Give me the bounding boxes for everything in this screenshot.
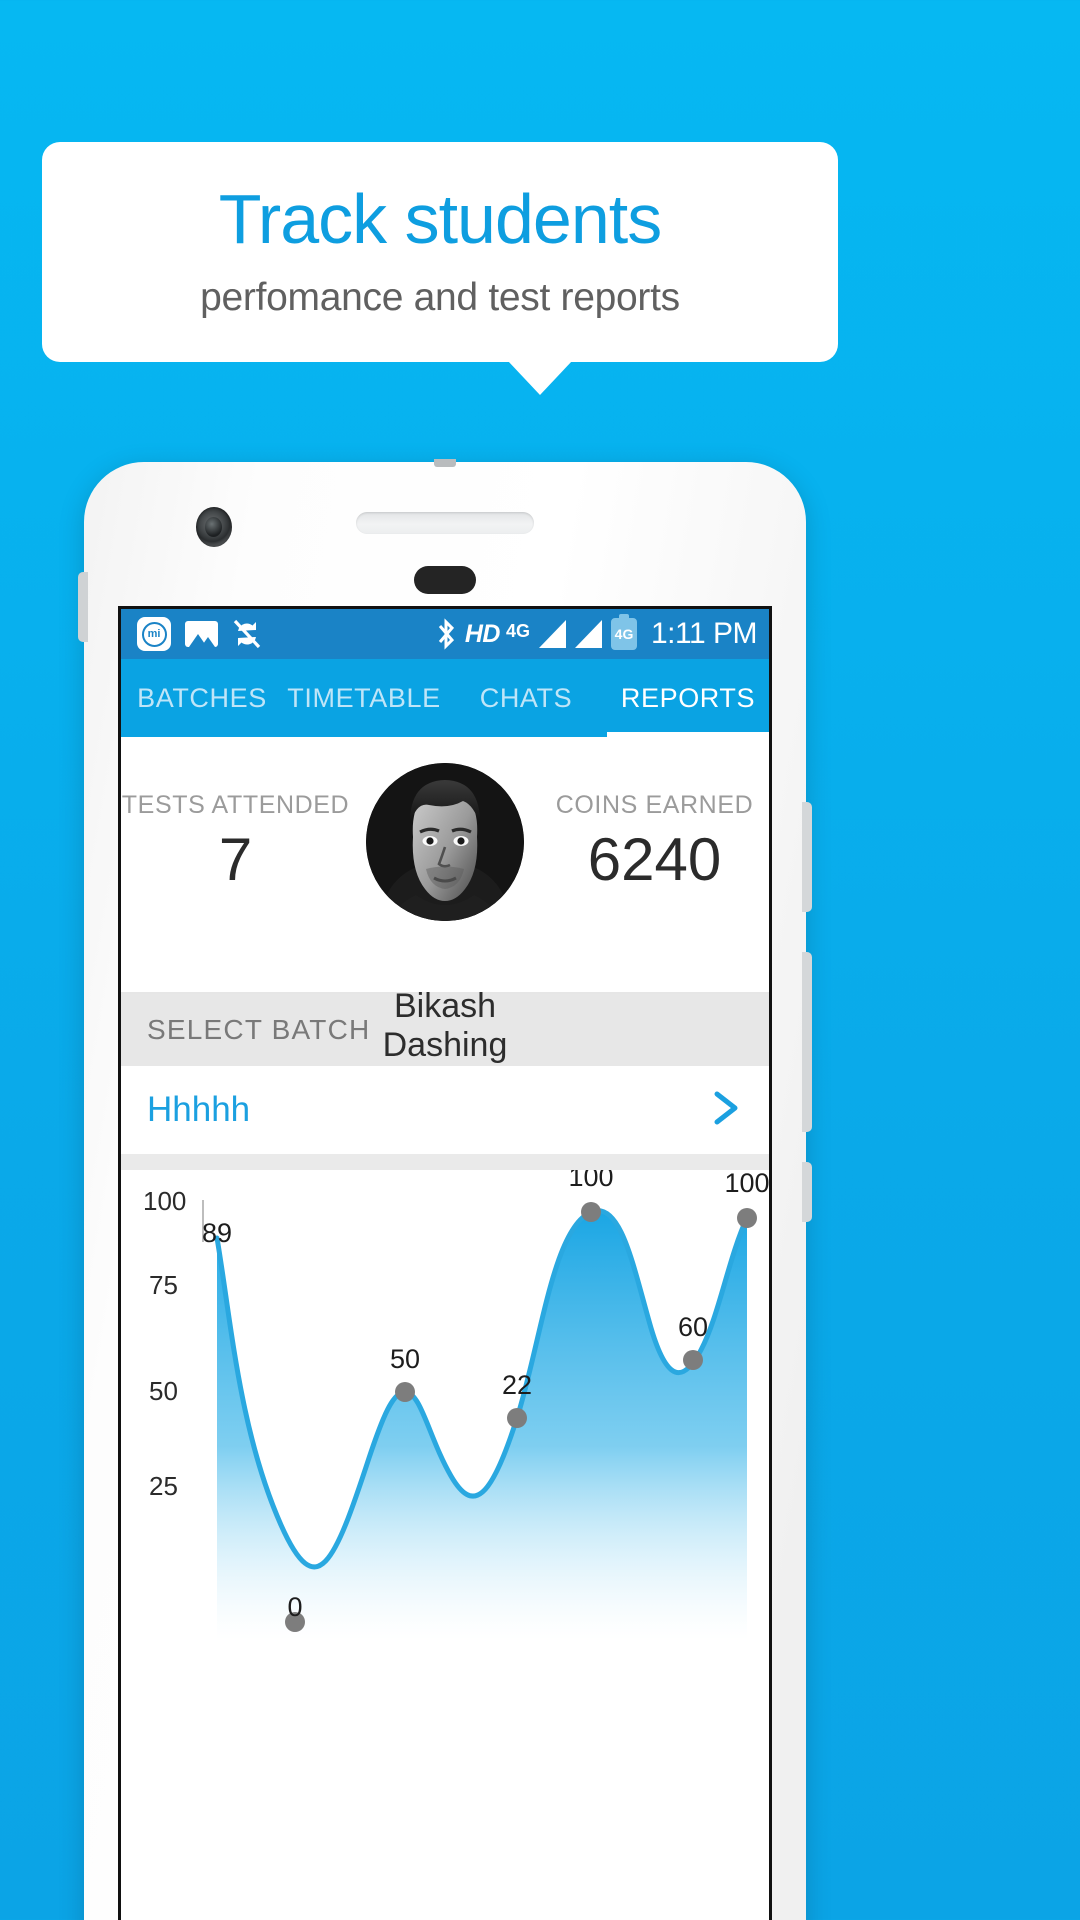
earpiece-speaker xyxy=(356,512,534,534)
tab-reports[interactable]: REPORTS xyxy=(607,659,769,737)
chart-point-3 xyxy=(395,1382,415,1402)
phone-power-button xyxy=(802,952,812,1132)
chart-point-4 xyxy=(507,1408,527,1428)
phone-left-button xyxy=(78,572,88,642)
chart-area-fill xyxy=(217,1210,747,1640)
network-type-label: 4G xyxy=(505,621,530,641)
status-bar: mi HD 4G 4G 1:11 PM xyxy=(121,609,769,659)
batch-selector-row[interactable]: Hhhhh xyxy=(121,1066,769,1154)
chart-y-axis: 100 75 50 25 xyxy=(143,1186,186,1501)
status-bar-right-icons: HD 4G 4G 1:11 PM xyxy=(436,617,758,651)
proximity-sensor xyxy=(414,566,476,594)
page-subtitle: perfomance and test reports xyxy=(200,276,680,319)
phone-volume-button xyxy=(802,802,812,912)
signal-bars-icon-2 xyxy=(575,620,602,648)
mi-account-icon: mi xyxy=(137,617,171,651)
avatar xyxy=(366,763,524,921)
coins-earned-label: COINS EARNED xyxy=(555,791,754,819)
chart-label-22: 22 xyxy=(502,1370,532,1400)
profile-summary: TESTS ATTENDED 7 Bikash Dashing COINS EA… xyxy=(121,737,769,1064)
phone-screen: mi HD 4G 4G 1:11 PM BATCHES TIMETABLE CH… xyxy=(118,606,772,1920)
tab-bar: BATCHES TIMETABLE CHATS REPORTS xyxy=(121,659,769,737)
tests-attended-label: TESTS ATTENDED xyxy=(121,791,350,819)
phone-side-button xyxy=(802,1162,812,1222)
tab-timetable[interactable]: TIMETABLE xyxy=(283,659,445,737)
battery-icon: 4G xyxy=(611,618,637,650)
clock-label: 1:11 PM xyxy=(651,617,758,650)
chart-point-5 xyxy=(581,1202,601,1222)
y-tick-25: 25 xyxy=(149,1471,178,1501)
performance-chart: 100 75 50 25 89 0 50 22 100 60 100 xyxy=(121,1170,769,1640)
tab-chats[interactable]: CHATS xyxy=(445,659,607,737)
signal-bars-icon xyxy=(539,620,566,648)
promo-card: Track students perfomance and test repor… xyxy=(42,142,838,362)
chevron-right-icon[interactable] xyxy=(709,1088,743,1133)
tests-attended-stat: TESTS ATTENDED 7 xyxy=(121,791,350,890)
page-title: Track students xyxy=(218,180,662,258)
chart-label-50: 50 xyxy=(390,1344,420,1374)
coins-earned-stat: COINS EARNED 6240 xyxy=(540,791,769,890)
chart-label-60: 60 xyxy=(678,1312,708,1342)
y-tick-50: 50 xyxy=(149,1376,178,1406)
chart-point-7 xyxy=(737,1208,757,1228)
selected-batch-name: Hhhhh xyxy=(147,1090,251,1129)
coins-earned-value: 6240 xyxy=(587,826,722,893)
chart-label-0: 0 xyxy=(287,1592,302,1622)
status-bar-left-icons: mi xyxy=(137,617,262,651)
tests-attended-value: 7 xyxy=(218,826,253,893)
gallery-icon xyxy=(185,621,218,647)
sync-disabled-icon xyxy=(232,618,262,650)
y-tick-100: 100 xyxy=(143,1186,186,1216)
student-name: Bikash Dashing xyxy=(382,987,508,1064)
chart-label-100b: 100 xyxy=(724,1170,769,1198)
hd-call-label: HD xyxy=(464,619,501,648)
chart-separator xyxy=(121,1154,769,1170)
front-camera-icon xyxy=(196,507,232,547)
speech-bubble-tail xyxy=(508,361,572,395)
tab-batches[interactable]: BATCHES xyxy=(121,659,283,737)
y-tick-75: 75 xyxy=(149,1270,178,1300)
chart-point-6 xyxy=(683,1350,703,1370)
phone-mockup: mi HD 4G 4G 1:11 PM BATCHES TIMETABLE CH… xyxy=(78,459,812,1920)
bluetooth-icon xyxy=(436,618,456,650)
chart-label-89: 89 xyxy=(202,1218,232,1248)
phone-top-notch xyxy=(434,459,456,467)
chart-svg: 100 75 50 25 89 0 50 22 100 60 100 xyxy=(143,1170,769,1640)
chart-label-100a: 100 xyxy=(568,1170,613,1192)
